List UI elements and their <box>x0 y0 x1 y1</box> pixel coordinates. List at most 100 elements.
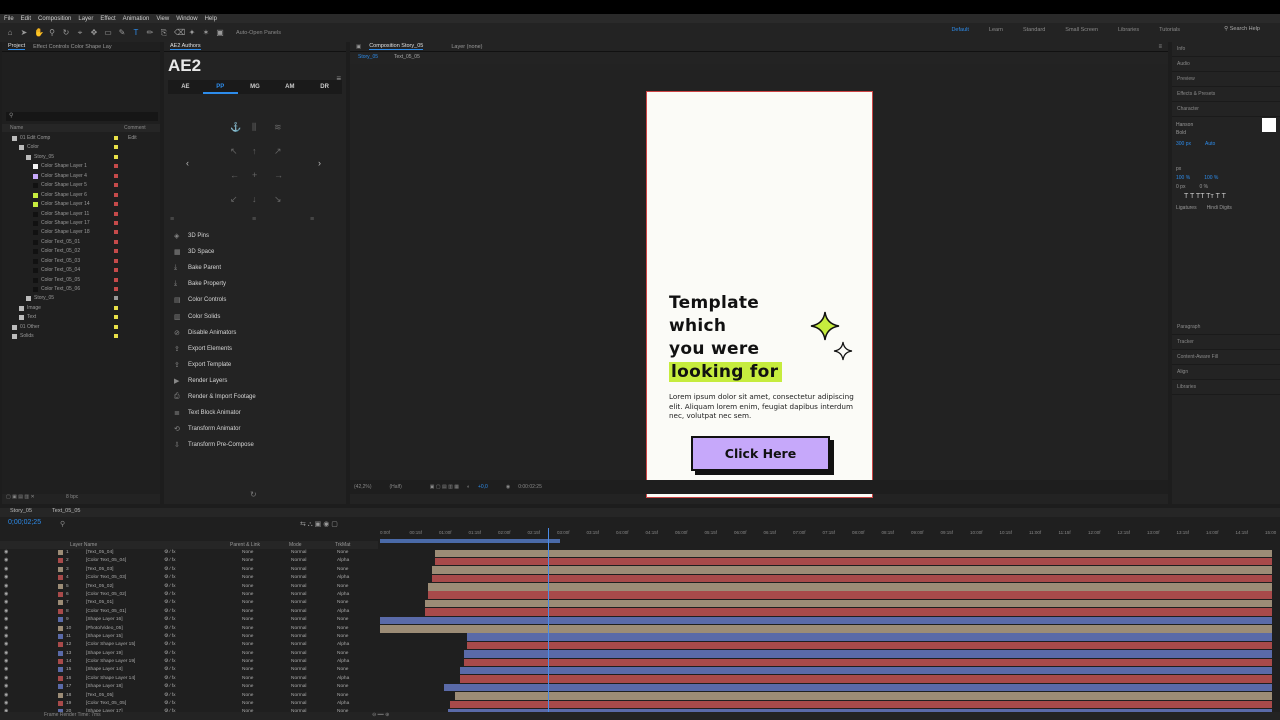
layer-switches[interactable]: ⚙ ∕ fx <box>164 659 176 664</box>
track-matte-select[interactable]: None <box>337 617 348 622</box>
parent-select[interactable]: None <box>242 634 253 639</box>
timeline-switches-icon[interactable]: ⇆ ⛬ ▣ ◉ ▢ <box>300 520 338 529</box>
zoom-level[interactable]: (42,2%) <box>354 484 372 490</box>
layer-switches[interactable]: ⚙ ∕ fx <box>164 550 176 555</box>
ae2-tool-transform-pre-compose[interactable]: ⇩ Transform Pre-Compose <box>168 437 342 453</box>
visibility-eye-icon[interactable]: ◉ <box>4 558 8 563</box>
parent-select[interactable]: None <box>242 684 253 689</box>
track-matte-select[interactable]: None <box>337 693 348 698</box>
parent-select[interactable]: None <box>242 592 253 597</box>
resolution[interactable]: (Half) <box>390 484 402 490</box>
project-item[interactable]: Color Text_05_06 <box>2 285 160 294</box>
layer-duration-bar[interactable] <box>463 658 1272 667</box>
track-matte-select[interactable]: Alpha <box>337 701 349 706</box>
anchor-icon[interactable]: ⚓ <box>230 122 241 133</box>
parent-select[interactable]: None <box>242 575 253 580</box>
project-item[interactable]: Color Text_05_04 <box>2 266 160 275</box>
layer-row[interactable]: ◉ 2 [Color Text_05_04] ⚙ ∕ fx None Normal Alph… <box>0 557 378 565</box>
layer-name[interactable]: [Color Text_05_04] <box>86 558 126 563</box>
view-options-icon[interactable]: ▣ ▢ ▤ ▥ ▦ <box>430 484 459 490</box>
ae2-tab-mg[interactable]: MG <box>238 80 273 94</box>
ae2-tool-render-layers[interactable]: ▶ Render Layers <box>168 373 342 389</box>
ae2-tool-color-solids[interactable]: ▥ Color Solids <box>168 308 342 324</box>
layer-row[interactable]: ◉ 12 [Color Shape Layer 15] ⚙ ∕ fx None Norma… <box>0 641 378 649</box>
parent-select[interactable]: None <box>242 676 253 681</box>
headline-text[interactable]: Template which you were looking for <box>669 292 783 384</box>
layer-row[interactable]: ◉ 16 [Color Shape Layer 14] ⚙ ∕ fx None Norma… <box>0 675 378 683</box>
shape-tool-icon[interactable]: ▭ <box>104 28 112 37</box>
col-layer-name[interactable]: Layer Name <box>70 542 97 548</box>
menu-item-edit[interactable]: Edit <box>21 16 31 22</box>
layer-switches[interactable]: ⚙ ∕ fx <box>164 651 176 656</box>
layer-switches[interactable]: ⚙ ∕ fx <box>164 667 176 672</box>
col-trkmat[interactable]: TrkMat <box>335 542 350 548</box>
blend-mode-select[interactable]: Normal <box>291 693 306 698</box>
zoom-slider-icon[interactable]: ⊖ ━━ ⊕ <box>372 712 389 718</box>
new-folder-icon[interactable]: ▢ ▣ ▤ ▥ ✕ <box>6 494 35 500</box>
layer-duration-bar[interactable] <box>444 683 1272 692</box>
track-matte-select[interactable]: None <box>337 626 348 631</box>
layer-duration-bar[interactable] <box>435 557 1272 566</box>
layer-row[interactable]: ◉ 14 [Color Shape Layer 19] ⚙ ∕ fx None Norma… <box>0 658 378 666</box>
brush-tool-icon[interactable]: ✏ <box>146 28 154 37</box>
layer-duration-bar[interactable] <box>428 591 1272 599</box>
layer-row[interactable]: ◉ 7 [Text_05_01] ⚙ ∕ fx None Normal None <box>0 599 378 607</box>
tab-project[interactable]: Project <box>8 43 26 50</box>
parent-select[interactable]: None <box>242 558 253 563</box>
workspace-tutorials[interactable]: Tutorials <box>1159 27 1180 33</box>
current-time[interactable]: 0:00:02:25 <box>518 484 542 490</box>
lock-icon[interactable]: ▣ <box>356 44 361 50</box>
parent-select[interactable]: None <box>242 701 253 706</box>
blend-mode-select[interactable]: Normal <box>291 600 306 605</box>
puppet-tool-icon[interactable]: ✶ <box>202 28 210 37</box>
track-matte-select[interactable]: None <box>337 600 348 605</box>
layer-duration-bar[interactable] <box>467 633 1272 641</box>
layer-duration-bar[interactable] <box>454 692 1272 700</box>
panel-section-paragraph[interactable]: Paragraph <box>1172 320 1280 335</box>
timeline-current-time[interactable]: 0;00;02;25 <box>8 519 41 526</box>
layer-row[interactable]: ◉ 19 [Color Text_05_05] ⚙ ∕ fx None Normal Alp… <box>0 700 378 708</box>
blend-mode-select[interactable]: Normal <box>291 592 306 597</box>
layer-name[interactable]: [Text_05_02] <box>86 584 113 589</box>
blend-mode-select[interactable]: Normal <box>291 567 306 572</box>
project-search-input[interactable]: ⚲ <box>6 112 158 121</box>
panel-section-align[interactable]: Align <box>1172 365 1280 380</box>
arrow-sw-icon[interactable]: ↙ <box>230 194 238 205</box>
layer-duration-bar[interactable] <box>380 625 1272 633</box>
parent-select[interactable]: None <box>242 617 253 622</box>
layer-name[interactable]: [Shape Layer 15] <box>86 634 123 639</box>
layer-switches[interactable]: ⚙ ∕ fx <box>164 676 176 681</box>
align-middle-icon[interactable]: ≡ <box>252 216 256 223</box>
chevron-left-icon[interactable]: ‹ <box>186 158 189 168</box>
track-matte-select[interactable]: None <box>337 684 348 689</box>
layer-switches[interactable]: ⚙ ∕ fx <box>164 584 176 589</box>
workspace-standard[interactable]: Standard <box>1023 27 1045 33</box>
layer-name[interactable]: [Shape Layer 14] <box>86 667 123 672</box>
track-matte-select[interactable]: Alpha <box>337 642 349 647</box>
layer-row[interactable]: ◉ 9 [Shape Layer 16] ⚙ ∕ fx None Normal None <box>0 616 378 624</box>
layer-duration-bar[interactable] <box>431 574 1272 583</box>
panel-section-content-aware-fill[interactable]: Content-Aware Fill <box>1172 350 1280 365</box>
ae2-tool-export-elements[interactable]: ⇪ Export Elements <box>168 341 342 357</box>
track-matte-select[interactable]: Alpha <box>337 676 349 681</box>
unit-select[interactable]: px <box>1176 166 1276 175</box>
visibility-eye-icon[interactable]: ◉ <box>4 634 8 639</box>
click-here-button[interactable]: Click Here <box>691 436 830 471</box>
visibility-eye-icon[interactable]: ◉ <box>4 659 8 664</box>
blend-mode-select[interactable]: Normal <box>291 634 306 639</box>
layer-row[interactable]: ◉ 17 [Shape Layer 18] ⚙ ∕ fx None Normal None <box>0 683 378 691</box>
color-icon[interactable]: ◐ <box>467 484 470 490</box>
layer-row[interactable]: ◉ 10 [Photo/Video_05] ⚙ ∕ fx None Normal None <box>0 625 378 633</box>
arrow-n-icon[interactable]: ↑ <box>252 146 257 156</box>
roto-tool-icon[interactable]: ✦ <box>188 28 196 37</box>
project-item[interactable]: Story_05 <box>2 294 160 303</box>
layer-row[interactable]: ◉ 1 [Text_05_04] ⚙ ∕ fx None Normal None <box>0 549 378 557</box>
parent-select[interactable]: None <box>242 642 253 647</box>
menu-item-effect[interactable]: Effect <box>100 16 115 22</box>
menu-item-help[interactable]: Help <box>205 16 217 22</box>
menu-item-layer[interactable]: Layer <box>78 16 93 22</box>
comp-canvas[interactable]: Template which you were looking for Lore… <box>646 91 873 498</box>
layer-switches[interactable]: ⚙ ∕ fx <box>164 684 176 689</box>
layer-switches[interactable]: ⚙ ∕ fx <box>164 693 176 698</box>
parent-select[interactable]: None <box>242 609 253 614</box>
